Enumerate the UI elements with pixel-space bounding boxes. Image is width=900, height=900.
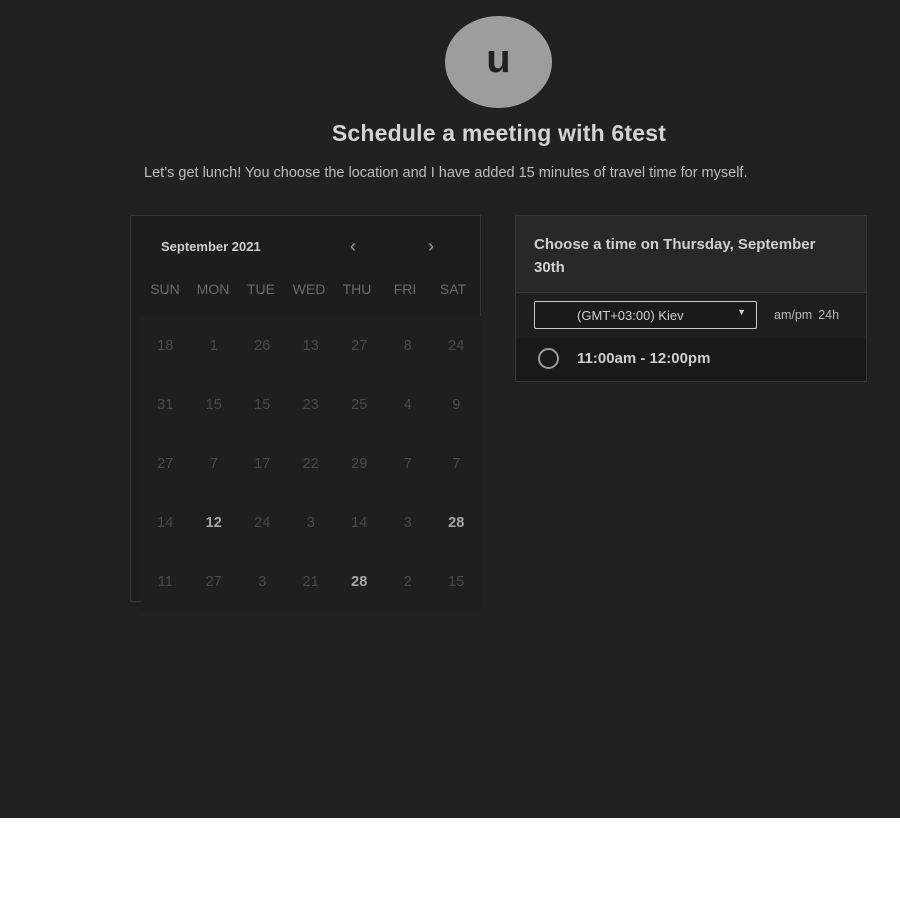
calendar-day-available[interactable]: 28 (432, 493, 481, 552)
calendar-day: 4 (383, 375, 432, 434)
avatar: u (445, 16, 552, 108)
calendar-day: 14 (141, 493, 190, 552)
chevron-right-icon[interactable]: › (428, 236, 434, 257)
calendar-month-label: September 2021 (161, 239, 261, 254)
weekday-label: SUN (150, 281, 180, 297)
calendar-day: 7 (189, 434, 238, 493)
calendar-weekday-header: SUN MON TUE WED THU FRI SAT (141, 281, 477, 297)
time-slot-label: 11:00am - 12:00pm (577, 350, 711, 367)
calendar-day: 31 (141, 375, 190, 434)
weekday-label: WED (292, 281, 326, 297)
timezone-value: (GMT+03:00) Kiev (577, 308, 684, 323)
calendar-day: 1 (189, 316, 238, 375)
calendar-day: 15 (432, 552, 481, 611)
chevron-left-icon[interactable]: ‹ (350, 236, 356, 257)
time-selection-panel: Choose a time on Thursday, September 30t… (515, 215, 867, 382)
calendar-day: 24 (432, 316, 481, 375)
calendar-day: 11 (141, 552, 190, 611)
format-ampm-option[interactable]: am/pm (774, 308, 812, 322)
calendar-day: 27 (335, 316, 384, 375)
weekday-label: THU (342, 281, 372, 297)
caret-down-icon: ▼ (737, 307, 746, 317)
calendar-day: 14 (335, 493, 384, 552)
calendar-day: 9 (432, 375, 481, 434)
calendar-day: 3 (286, 493, 335, 552)
calendar-day: 3 (238, 552, 287, 611)
calendar-day: 7 (432, 434, 481, 493)
calendar-day: 3 (383, 493, 432, 552)
calendar-day: 7 (383, 434, 432, 493)
calendar-day: 22 (286, 434, 335, 493)
calendar-day: 15 (238, 375, 287, 434)
time-format-toggle: am/pm 24h (774, 308, 839, 322)
calendar-day: 15 (189, 375, 238, 434)
calendar-day: 13 (286, 316, 335, 375)
calendar-day: 27 (189, 552, 238, 611)
page-title: Schedule a meeting with 6test (331, 120, 667, 146)
calendar-day-grid: 18 1 26 13 27 8 24 31 15 15 23 25 4 9 27 7 17 22 29 7 7 14 12 2… (141, 316, 481, 611)
calendar-day: 18 (141, 316, 190, 375)
calendar-day: 25 (335, 375, 384, 434)
weekday-label: SAT (439, 281, 467, 297)
weekday-label: MON (196, 281, 230, 297)
calendar-day: 23 (286, 375, 335, 434)
calendar-day: 21 (286, 552, 335, 611)
calendar-day-available[interactable]: 28 (335, 552, 384, 611)
time-slot[interactable]: 11:00am - 12:00pm (516, 338, 866, 381)
weekday-label: FRI (393, 281, 417, 297)
calendar-day-available[interactable]: 12 (189, 493, 238, 552)
calendar-day: 24 (238, 493, 287, 552)
calendar-day: 29 (335, 434, 384, 493)
timezone-select[interactable]: (GMT+03:00) Kiev ▼ (534, 301, 757, 329)
meeting-description: Let’s get lunch! You choose the location… (144, 165, 748, 181)
calendar-day: 8 (383, 316, 432, 375)
calendar-day: 17 (238, 434, 287, 493)
weekday-label: TUE (247, 281, 275, 297)
radio-button[interactable] (538, 348, 559, 369)
time-panel-heading: Choose a time on Thursday, September 30t… (534, 236, 816, 276)
calendar-day: 26 (238, 316, 287, 375)
scheduling-page: u Schedule a meeting with 6test Let’s ge… (0, 0, 900, 818)
calendar: September 2021 ‹ › SUN MON TUE WED THU F… (130, 215, 481, 611)
time-panel-header: Choose a time on Thursday, September 30t… (516, 216, 866, 293)
format-24h-option[interactable]: 24h (818, 308, 839, 322)
calendar-day: 27 (141, 434, 190, 493)
calendar-day: 2 (383, 552, 432, 611)
